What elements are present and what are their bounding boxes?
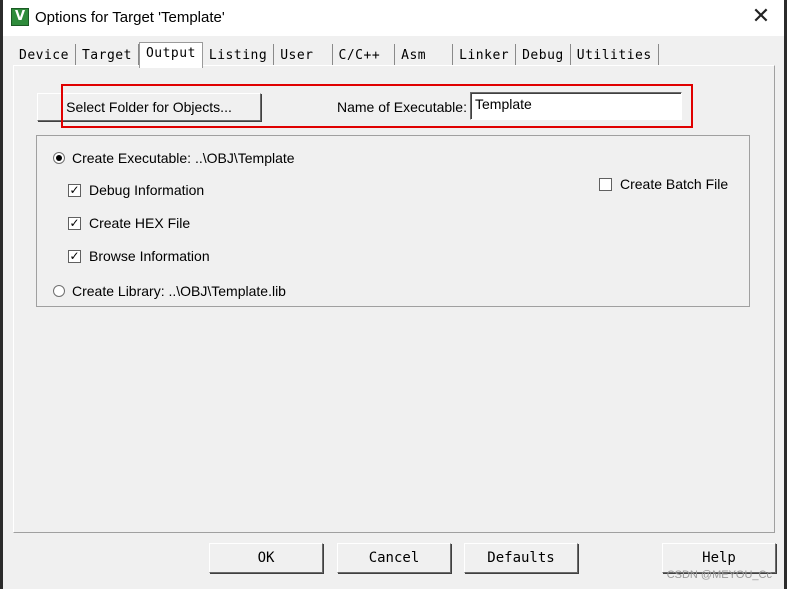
tab-asm[interactable]: Asm [395,44,454,66]
app-icon: V [11,8,29,26]
create-library-radio[interactable] [53,285,65,297]
window-title: Options for Target 'Template' [35,9,225,26]
tab-listing[interactable]: Listing [203,44,275,66]
browse-information-label: Browse Information [89,248,210,264]
tab-target[interactable]: Target [76,44,139,66]
ok-button[interactable]: OK [209,543,323,573]
watermark: CSDN @MEYOU_Cc [666,569,772,581]
tab-user[interactable]: User [274,44,333,66]
create-library-label: Create Library: ..\OBJ\Template.lib [72,283,286,299]
tab-utilities[interactable]: Utilities [571,44,659,66]
options-dialog: V Options for Target 'Template' ✕ Device… [3,0,784,589]
name-of-executable-label: Name of Executable: [337,99,467,115]
create-batch-label: Create Batch File [620,176,729,192]
tab-debug[interactable]: Debug [516,44,571,66]
cancel-button[interactable]: Cancel [337,543,451,573]
create-executable-radio[interactable] [53,152,65,164]
debug-information-option[interactable]: ✓ Debug Information [68,182,204,198]
debug-information-checkbox[interactable]: ✓ [68,183,81,197]
create-executable-option[interactable]: Create Executable: ..\OBJ\Template [53,150,295,166]
tab-strip: Device Target Output Listing User C/C++ … [13,42,659,68]
browse-information-checkbox[interactable]: ✓ [68,249,81,263]
close-icon[interactable]: ✕ [738,0,784,36]
defaults-button[interactable]: Defaults [464,543,578,573]
create-batch-option[interactable]: Create Batch File [599,176,728,192]
create-hex-option[interactable]: ✓ Create HEX File [68,215,190,231]
debug-information-label: Debug Information [89,182,205,198]
select-folder-button[interactable]: Select Folder for Objects... [37,93,261,121]
create-library-option[interactable]: Create Library: ..\OBJ\Template.lib [53,283,286,299]
create-hex-checkbox[interactable]: ✓ [68,216,81,230]
create-executable-label: Create Executable: ..\OBJ\Template [72,150,295,166]
tab-cpp[interactable]: C/C++ [333,44,396,66]
name-of-executable-input[interactable]: Template [470,92,682,120]
create-hex-label: Create HEX File [89,215,191,231]
tab-linker[interactable]: Linker [453,44,517,66]
create-batch-checkbox[interactable] [599,177,612,191]
tab-device[interactable]: Device [13,44,76,66]
title-bar[interactable]: V Options for Target 'Template' ✕ [3,0,784,36]
browse-information-option[interactable]: ✓ Browse Information [68,248,210,264]
tab-output[interactable]: Output [138,42,203,68]
